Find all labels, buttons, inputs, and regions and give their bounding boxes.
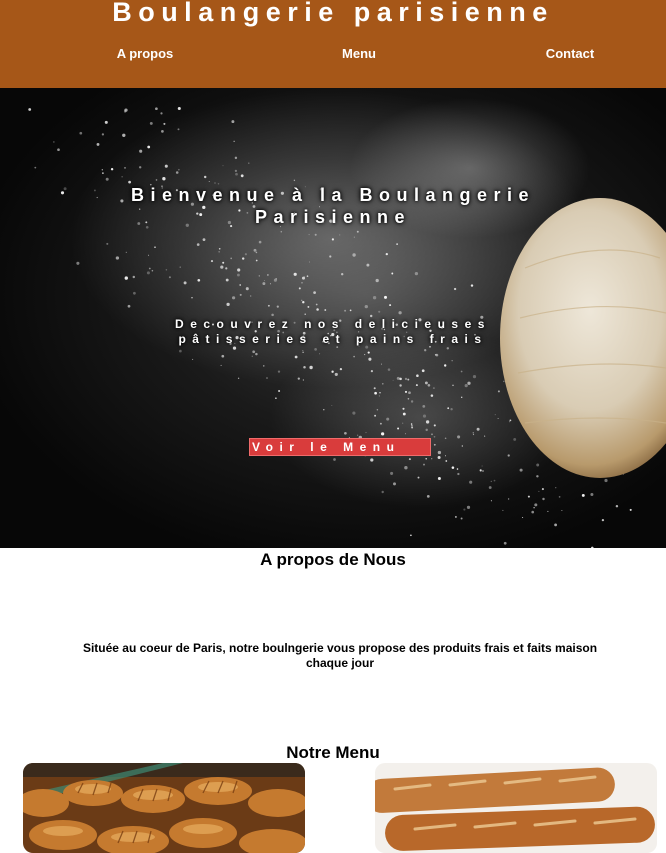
menu-item-baguettes bbox=[375, 763, 657, 853]
hero-section: Bienvenue à la Boulangerie Parisienne De… bbox=[0, 88, 666, 548]
nav-link-menu[interactable]: Menu bbox=[342, 46, 376, 61]
hero-title: Bienvenue à la Boulangerie Parisienne bbox=[130, 185, 536, 227]
about-text: Située au coeur de Paris, notre boulnger… bbox=[82, 641, 598, 670]
menu-title: Notre Menu bbox=[286, 743, 380, 762]
nav-link-a-propos[interactable]: A propos bbox=[117, 46, 174, 61]
about-title: A propos de Nous bbox=[260, 550, 406, 569]
nav-link-contact[interactable]: Contact bbox=[546, 46, 594, 61]
baguettes-image bbox=[375, 763, 657, 853]
site-header: Boulangerie parisienne A propos Menu Con… bbox=[0, 0, 666, 88]
croissants-image bbox=[23, 763, 305, 853]
menu-item-croissants bbox=[23, 763, 305, 853]
hero-subtitle: Decouvrez nos delicieuses pâtisseries et… bbox=[175, 317, 491, 346]
view-menu-button[interactable]: Voir le Menu bbox=[249, 438, 431, 456]
site-title: Boulangerie parisienne bbox=[112, 0, 554, 27]
